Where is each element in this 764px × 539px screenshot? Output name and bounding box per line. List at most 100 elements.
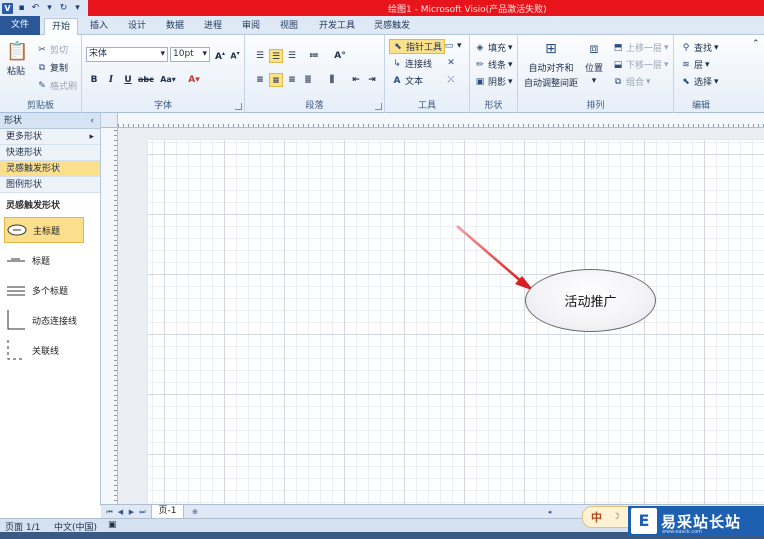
copy-button[interactable]: ⧉ 复制 xyxy=(36,61,68,75)
last-page-icon[interactable]: ⏭ xyxy=(138,507,147,517)
connector-icon: ↳ xyxy=(393,58,401,69)
connection-point-button[interactable]: ⤬ xyxy=(445,74,457,86)
multiple-topics-shape-icon xyxy=(7,286,25,296)
shadow-button[interactable]: ▣ 阴影 ▾ xyxy=(474,75,513,89)
shape-multiple-topics[interactable]: 多个标题 xyxy=(4,277,84,303)
fill-button[interactable]: ◈ 填充 ▾ xyxy=(474,41,513,55)
save-icon[interactable]: ▪ xyxy=(16,3,27,14)
shape-topic[interactable]: 标题 xyxy=(4,247,84,273)
font-color-icon[interactable]: A▾ xyxy=(184,73,204,87)
binoculars-icon: ⚲ xyxy=(682,42,690,53)
vertical-text-icon[interactable]: ⫼ xyxy=(325,73,339,87)
collapse-ribbon-icon[interactable]: ⌃ xyxy=(752,39,760,49)
shape-dynamic-connector[interactable]: 动态连接线 xyxy=(4,307,84,333)
font-name-select[interactable]: 宋体 ▾ xyxy=(86,47,168,62)
tab-brainstorm[interactable]: 灵感触发 xyxy=(369,18,415,35)
group-label-font: 字体 xyxy=(153,101,172,111)
drawing-canvas[interactable]: 活动推广 xyxy=(118,128,764,506)
auto-align-button[interactable]: ⊞ 自动对齐和 自动调整间距 xyxy=(524,39,578,89)
tab-review[interactable]: 审阅 xyxy=(236,18,266,35)
grow-font-icon[interactable]: A▴ xyxy=(213,47,227,62)
bold-icon[interactable]: B xyxy=(87,73,101,87)
quick-shapes-button[interactable]: 快速形状 xyxy=(0,145,100,161)
prev-page-icon[interactable]: ◀ xyxy=(116,507,125,517)
text-tool-button[interactable]: A 文本 xyxy=(391,74,424,88)
undo-icon[interactable]: ↶ xyxy=(30,3,41,14)
group-icon: ⧉ xyxy=(614,76,622,87)
delete-tool-button[interactable]: ✕ xyxy=(445,57,457,69)
justify-icon[interactable]: ≣ xyxy=(301,73,315,87)
layers-button[interactable]: ≋ 层 ▾ xyxy=(680,58,709,72)
redo-icon[interactable]: ↻ xyxy=(58,3,69,14)
fill-icon: ◈ xyxy=(476,42,484,53)
chevron-down-icon: ▾ xyxy=(202,49,207,59)
first-page-icon[interactable]: ⏮ xyxy=(105,507,114,517)
bullets-icon[interactable]: ≔ xyxy=(307,49,321,63)
group-arrange: ⊞ 自动对齐和 自动调整间距 ⧈ 位置 ▾ ⬒ 上移一层 ▾ ⬓ 下移一层 ▾ ⧉ 组合 ▾… xyxy=(518,35,674,113)
promotion-ellipse-shape[interactable]: 活动推广 xyxy=(525,269,656,332)
group-paragraph: ☰ ☰ ☰ ≔ A° ≡ ≡ ≡ ≣ ⫼ ⇤ ⇥ 段落 xyxy=(245,35,385,113)
format-painter-button[interactable]: ✎ 格式刷 xyxy=(36,79,77,93)
position-icon: ⧈ xyxy=(589,41,599,57)
stencil-legend-shapes[interactable]: 图例形状 xyxy=(0,177,100,193)
cut-button[interactable]: ✂ 剪切 xyxy=(36,43,68,57)
align-top-icon[interactable]: ☰ xyxy=(253,49,267,63)
window-title: 绘图1 - Microsoft Visio(产品激活失败) xyxy=(388,5,547,15)
connector-tool-button[interactable]: ↳ 连接线 xyxy=(391,57,432,71)
decrease-indent-icon[interactable]: ⇤ xyxy=(349,73,363,87)
brush-icon: ✎ xyxy=(38,80,46,91)
tab-page-1[interactable]: 页-1 xyxy=(151,505,184,519)
align-center-icon[interactable]: ≡ xyxy=(269,73,283,87)
shadow-icon: ▣ xyxy=(475,76,485,87)
select-button[interactable]: ⬉ 选择 ▾ xyxy=(680,75,718,89)
send-backward-button[interactable]: ⬓ 下移一层 ▾ xyxy=(612,58,669,72)
line-button[interactable]: ✏ 线条 ▾ xyxy=(474,58,512,72)
position-button[interactable]: ⧈ 位置 ▾ xyxy=(584,39,604,86)
group-button[interactable]: ⧉ 组合 ▾ xyxy=(612,75,651,89)
tab-insert[interactable]: 插入 xyxy=(84,18,114,35)
collapse-pane-icon[interactable]: ‹ xyxy=(90,113,94,129)
shapes-pane: 形状 ‹ 更多形状 ▸ 快速形状 灵感触发形状 图例形状 灵感触发形状 主标题 … xyxy=(0,113,101,506)
chevron-down-icon: ▾ xyxy=(591,76,597,86)
italic-icon[interactable]: I xyxy=(104,73,118,87)
tab-developer[interactable]: 开发工具 xyxy=(313,18,361,35)
align-bottom-icon[interactable]: ☰ xyxy=(285,49,299,63)
align-left-icon[interactable]: ≡ xyxy=(253,73,267,87)
tab-design[interactable]: 设计 xyxy=(122,18,152,35)
chevron-down-icon: ▾ xyxy=(457,41,462,51)
align-right-icon[interactable]: ≡ xyxy=(285,73,299,87)
arrow-shape[interactable] xyxy=(118,128,764,506)
undo-dropdown-icon[interactable]: ▾ xyxy=(44,3,55,14)
insert-page-icon[interactable]: ⊕ xyxy=(189,507,201,517)
paste-button[interactable]: 📋 粘贴 xyxy=(6,41,28,77)
underline-icon[interactable]: U xyxy=(121,73,135,87)
find-button[interactable]: ⚲ 查找 ▾ xyxy=(680,41,719,55)
text-direction-icon[interactable]: A° xyxy=(333,49,347,63)
visio-app-icon[interactable]: V xyxy=(2,2,13,14)
rectangle-tool-button[interactable]: ▭ ▾ xyxy=(443,40,462,52)
rectangle-icon: ▭ xyxy=(444,41,454,51)
group-label-editing: 编辑 xyxy=(691,101,710,111)
font-size-select[interactable]: 10pt ▾ xyxy=(170,47,210,62)
tab-process[interactable]: 进程 xyxy=(198,18,228,35)
tab-data[interactable]: 数据 xyxy=(160,18,190,35)
increase-indent-icon[interactable]: ⇥ xyxy=(365,73,379,87)
macro-icon[interactable]: ▣ xyxy=(108,520,117,530)
align-middle-icon[interactable]: ☰ xyxy=(269,49,283,63)
shape-relationship-line[interactable]: 关联线 xyxy=(4,337,84,363)
chevron-down-icon: ▾ xyxy=(714,42,719,53)
shrink-font-icon[interactable]: A▾ xyxy=(228,47,242,61)
shape-main-topic[interactable]: 主标题 xyxy=(4,217,84,243)
customize-qat-icon[interactable]: ▾ xyxy=(72,3,83,14)
tab-file[interactable]: 文件 xyxy=(0,16,40,35)
tab-home[interactable]: 开始 xyxy=(44,18,78,36)
pointer-tool-button[interactable]: ⬉ 指针工具 xyxy=(389,39,446,54)
scroll-left-icon[interactable]: ◂ xyxy=(545,507,554,517)
stencil-brainstorm-shapes[interactable]: 灵感触发形状 xyxy=(0,161,100,177)
more-shapes-button[interactable]: 更多形状 ▸ xyxy=(0,129,100,145)
bring-forward-button[interactable]: ⬒ 上移一层 ▾ xyxy=(612,41,669,55)
strikethrough-icon[interactable]: abc xyxy=(138,73,154,87)
change-case-icon[interactable]: Aa▾ xyxy=(158,73,178,87)
tab-view[interactable]: 视图 xyxy=(274,18,304,35)
next-page-icon[interactable]: ▶ xyxy=(127,507,136,517)
